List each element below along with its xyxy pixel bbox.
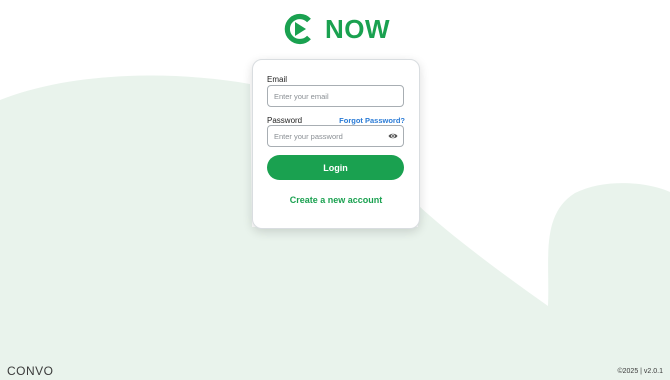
version-text: ©2025 | v2.0.1 <box>617 368 663 375</box>
logo-text: NOW <box>325 13 391 44</box>
password-field-container <box>267 125 404 147</box>
eye-icon[interactable] <box>388 131 398 141</box>
app-logo: NOW <box>282 12 390 46</box>
password-field[interactable] <box>274 126 386 146</box>
c-arrow-icon <box>284 13 311 45</box>
email-field[interactable] <box>274 86 386 106</box>
login-button[interactable]: Login <box>267 155 404 180</box>
email-label: Email <box>267 75 288 84</box>
footer-brand-logo: CONVO <box>7 364 54 378</box>
login-card: Email Password Forgot Password? Login Cr… <box>252 59 420 229</box>
email-field-container <box>267 85 404 107</box>
create-account-link[interactable]: Create a new account <box>253 195 419 205</box>
